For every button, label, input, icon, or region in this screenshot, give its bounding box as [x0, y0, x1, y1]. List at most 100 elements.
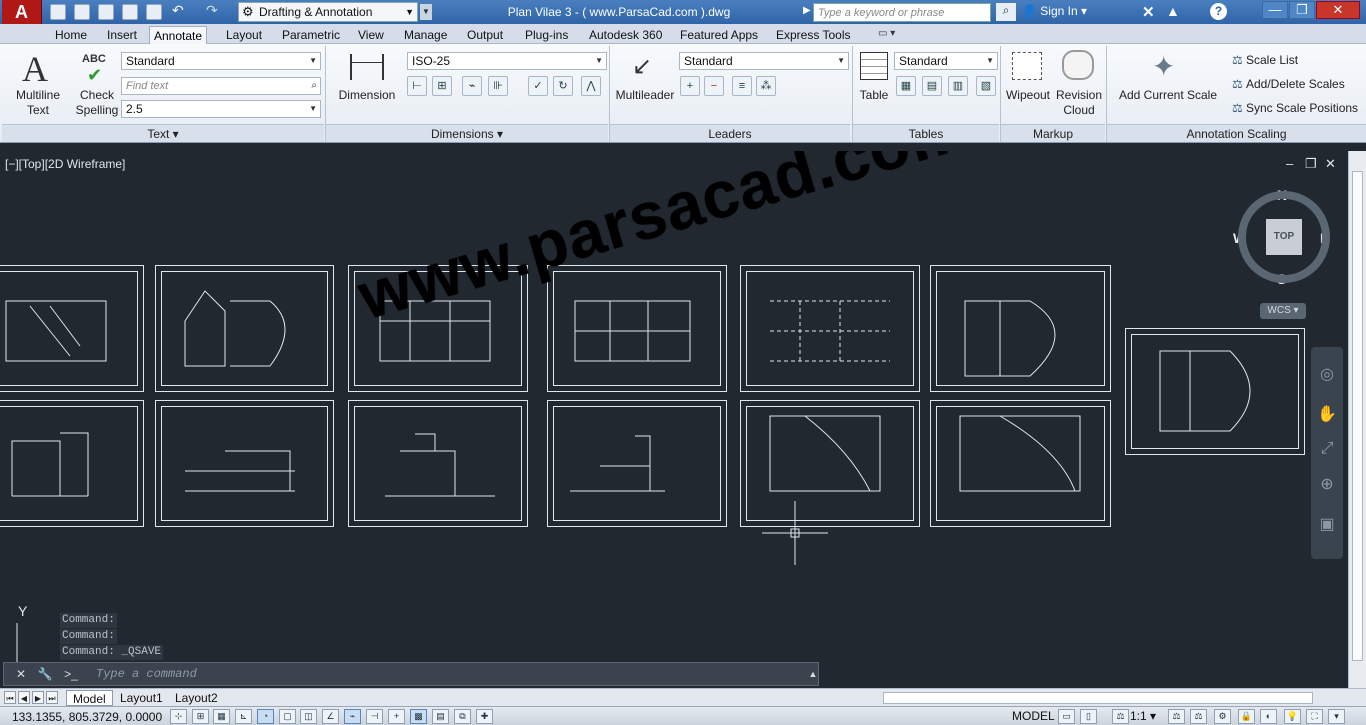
auto-scale-icon[interactable]: ⚖ [1190, 709, 1207, 724]
status-menu-icon[interactable]: ▾ [1328, 709, 1345, 724]
download-source-icon[interactable]: ▥ [948, 76, 968, 96]
zoom-extents-icon[interactable]: ⤢ [1317, 439, 1337, 459]
check-spelling-button[interactable]: Check Spelling [74, 88, 120, 118]
scale-list-button[interactable]: ⚖ Scale List [1232, 53, 1298, 67]
application-menu-button[interactable]: A [2, 0, 42, 24]
print-icon[interactable] [146, 4, 162, 20]
wipeout-button[interactable]: Wipeout [1003, 88, 1053, 103]
minimize-button[interactable]: — [1262, 1, 1288, 19]
tab-layout[interactable]: Layout [222, 26, 266, 44]
quick-properties-icon[interactable]: ▤ [432, 709, 449, 724]
workspace-selector[interactable]: ⚙ Drafting & Annotation ▼ [238, 2, 418, 22]
tab-layout1[interactable]: Layout1 [114, 690, 169, 706]
multileader-button[interactable]: Multileader [612, 88, 678, 103]
allow-dynamic-ucs-icon[interactable]: ⌁ [344, 709, 361, 724]
text-height-select[interactable]: 2.5 ▼ [121, 100, 321, 118]
3d-object-snap-icon[interactable]: ◫ [300, 709, 317, 724]
tab-home[interactable]: Home [51, 26, 91, 44]
tab-parametric[interactable]: Parametric [278, 26, 344, 44]
viewcube[interactable]: TOP [1238, 191, 1330, 283]
leader-style-select[interactable]: Standard ▼ [679, 52, 849, 70]
extract-data-icon[interactable]: ▦ [896, 76, 916, 96]
dim-update-icon[interactable]: ↻ [553, 76, 573, 96]
close-button[interactable]: ✕ [1316, 1, 1360, 19]
tab-annotate[interactable]: Annotate [149, 26, 208, 44]
object-snap-tracking-icon[interactable]: ∠ [322, 709, 339, 724]
leaders-panel-title[interactable]: Leaders [610, 124, 850, 142]
annotation-visibility-icon[interactable]: ⚖ [1168, 709, 1185, 724]
dim-break-icon[interactable]: ⌁ [462, 76, 482, 96]
transparency-icon[interactable]: ▩ [410, 709, 427, 724]
clean-screen-icon[interactable]: ⛶ [1306, 709, 1323, 724]
steering-wheel-icon[interactable]: ◎ [1317, 365, 1337, 385]
save-icon[interactable] [98, 4, 114, 20]
add-scale-icon[interactable]: ✦ [1152, 50, 1175, 83]
table-icon[interactable] [860, 52, 888, 80]
command-history-toggle-icon[interactable]: ▲ [804, 666, 822, 682]
new-icon[interactable] [50, 4, 66, 20]
remove-leader-icon[interactable]: − [704, 76, 724, 96]
dim-continue-icon[interactable]: ⊞ [432, 76, 452, 96]
tab-view[interactable]: View [354, 26, 388, 44]
dim-jog-icon[interactable]: ⋀ [581, 76, 601, 96]
search-expand-icon[interactable]: ▶ [803, 5, 811, 16]
pan-hand-icon[interactable]: ✋ [1317, 405, 1337, 425]
tab-express-tools[interactable]: Express Tools [772, 26, 854, 44]
autodesk-360-icon[interactable]: ▲ [1166, 3, 1180, 19]
help-icon[interactable]: ? [1210, 3, 1227, 20]
viewcube-top-face[interactable]: TOP [1266, 219, 1302, 255]
multiline-text-icon[interactable]: A [22, 48, 48, 90]
search-input[interactable]: Type a keyword or phrase [813, 3, 991, 22]
find-text-input[interactable]: Find text ⌕ [121, 77, 321, 95]
tab-model[interactable]: Model [66, 690, 113, 706]
customize-wrench-icon[interactable]: 🔧 [36, 666, 54, 682]
restore-button[interactable]: ❐ [1289, 1, 1315, 19]
quick-view-layouts-icon[interactable]: ▭ [1058, 709, 1075, 724]
previous-layout-icon[interactable]: ◀ [18, 691, 30, 704]
command-input[interactable]: Type a command [96, 667, 696, 682]
drawing-canvas[interactable]: [−][Top][2D Wireframe] – ❐ ✕ Y www.parsa… [0, 151, 1348, 688]
open-icon[interactable] [74, 4, 90, 20]
collect-leader-icon[interactable]: ⁂ [756, 76, 776, 96]
tab-layout2[interactable]: Layout2 [169, 690, 224, 706]
text-style-select[interactable]: Standard ▼ [121, 52, 321, 70]
wcs-menu[interactable]: WCS ▾ [1260, 303, 1306, 319]
orbit-icon[interactable]: ⊕ [1317, 475, 1337, 495]
tab-plug-ins[interactable]: Plug-ins [521, 26, 572, 44]
undo-icon[interactable]: ↶ [172, 2, 184, 19]
link-data-icon[interactable]: ▤ [922, 76, 942, 96]
next-layout-icon[interactable]: ▶ [32, 691, 44, 704]
revision-cloud-icon[interactable] [1062, 50, 1094, 80]
add-delete-scales-button[interactable]: ⚖ Add/Delete Scales [1232, 77, 1345, 91]
annotation-monitor-icon[interactable]: ✚ [476, 709, 493, 724]
polar-tracking-icon[interactable]: ◔ [257, 709, 274, 724]
hardware-acceleration-icon[interactable]: ◐ [1260, 709, 1277, 724]
ribbon-options-icon[interactable]: ▭ ▾ [878, 28, 895, 39]
tab-output[interactable]: Output [463, 26, 507, 44]
add-current-scale-button[interactable]: Add Current Scale [1112, 88, 1224, 103]
multileader-icon[interactable]: ↙ [632, 52, 652, 81]
showmotion-icon[interactable]: ▣ [1317, 515, 1337, 535]
markup-panel-title[interactable]: Markup [1001, 124, 1105, 142]
grid-display-icon[interactable]: ▦ [213, 709, 230, 724]
annotation-scaling-panel-title[interactable]: Annotation Scaling [1107, 124, 1366, 142]
exchange-apps-icon[interactable]: ✕ [1142, 3, 1155, 21]
last-layout-icon[interactable]: ⏭ [46, 691, 58, 704]
sign-in-button[interactable]: 👤 Sign In ▾ [1022, 4, 1087, 18]
sync-scale-positions-button[interactable]: ⚖ Sync Scale Positions [1232, 101, 1358, 115]
wipeout-icon[interactable] [1012, 52, 1042, 80]
dimension-style-select[interactable]: ISO-25 ▼ [407, 52, 607, 70]
dynamic-input-icon[interactable]: ⊣ [366, 709, 383, 724]
tab-featured-apps[interactable]: Featured Apps [676, 26, 762, 44]
dim-inspect-icon[interactable]: ✓ [528, 76, 548, 96]
close-command-line-icon[interactable]: ✕ [12, 666, 30, 682]
scrollbar-thumb[interactable] [1352, 171, 1363, 661]
align-leader-icon[interactable]: ≡ [732, 76, 752, 96]
first-layout-icon[interactable]: ⏮ [4, 691, 16, 704]
quick-view-drawings-icon[interactable]: ▯ [1080, 709, 1097, 724]
tab-autodesk-360[interactable]: Autodesk 360 [585, 26, 666, 44]
dimensions-panel-title[interactable]: Dimensions ▾ [326, 124, 608, 142]
tab-insert[interactable]: Insert [103, 26, 141, 44]
snap-mode-icon[interactable]: ⊞ [192, 709, 209, 724]
redo-icon[interactable]: ↷ [206, 2, 218, 19]
